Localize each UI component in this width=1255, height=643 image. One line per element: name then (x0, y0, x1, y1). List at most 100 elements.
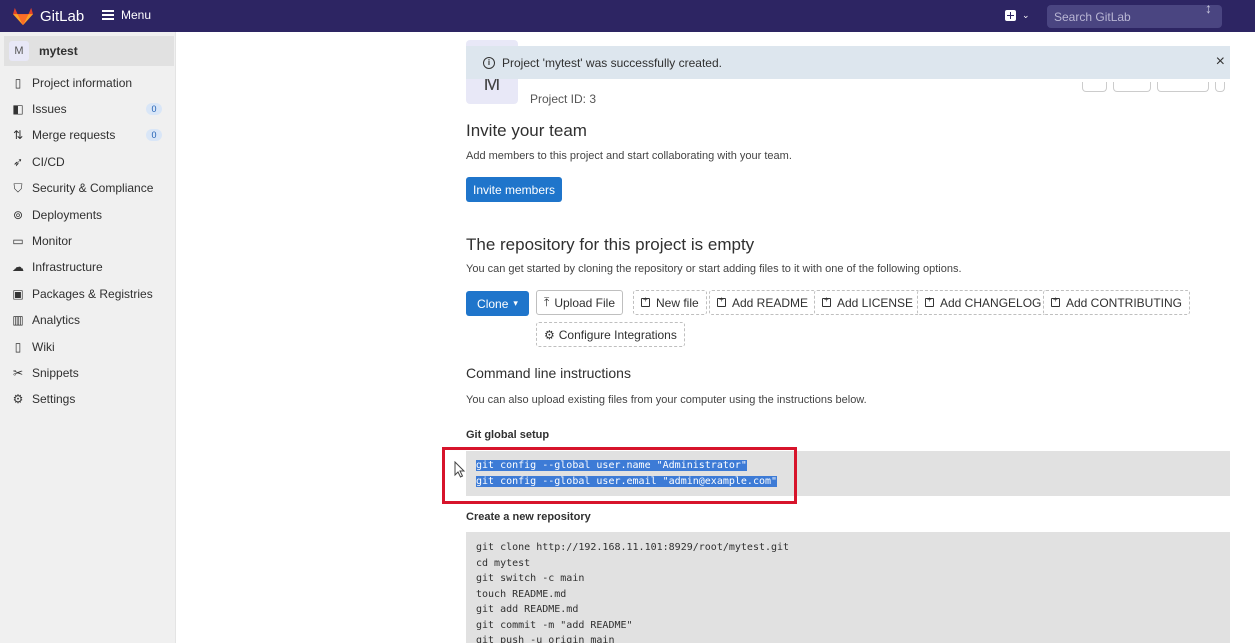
code-line: git push -u origin main (476, 635, 615, 643)
add-license-button[interactable]: Add LICENSE (814, 290, 922, 315)
sidebar-item-label: Analytics (32, 313, 81, 327)
flash-message: Project 'mytest' was successfully create… (502, 55, 722, 70)
gear-icon: ⚙ (12, 392, 24, 406)
merge-request-icon: ⇅ (12, 128, 24, 142)
count-badge: 0 (146, 103, 162, 115)
sort-icon: ↕ (1205, 0, 1212, 16)
sidebar-item-packages[interactable]: ▣ Packages & Registries (0, 281, 176, 307)
plus-square-icon (717, 295, 726, 307)
top-navbar: GitLab Menu ⌄ Search GitLab ↕ (0, 0, 1255, 32)
sidebar-item-label: Settings (32, 392, 76, 406)
configure-integrations-button[interactable]: ⚙ Configure Integrations (536, 322, 685, 347)
mouse-cursor-icon (454, 461, 466, 478)
flash-notice: i Project 'mytest' was successfully crea… (466, 46, 1230, 79)
sidebar-item-label: Merge requests (32, 128, 116, 142)
plus-square-icon (1005, 10, 1016, 21)
new-file-button[interactable]: New file (633, 290, 707, 315)
clone-button[interactable]: Clone ▾ (466, 291, 529, 316)
gitlab-logo[interactable]: GitLab (12, 6, 84, 26)
upload-file-button[interactable]: ⤒ Upload File (536, 290, 624, 315)
add-changelog-button[interactable]: Add CHANGELOG (917, 290, 1050, 315)
invite-members-button[interactable]: Invite members (466, 177, 562, 202)
add-readme-button[interactable]: Add README (709, 290, 817, 315)
sidebar-item-merge-requests[interactable]: ⇅ Merge requests 0 (0, 122, 176, 148)
sidebar-item-label: Monitor (32, 234, 73, 248)
code-line: git switch -c main (476, 573, 585, 584)
monitor-icon: ▭ (12, 234, 24, 248)
sidebar-item-project-information[interactable]: ▯ Project information (0, 70, 176, 96)
sidebar-item-monitor[interactable]: ▭ Monitor (0, 228, 176, 254)
code-line: cd mytest (476, 557, 531, 569)
sidebar-item-ci-cd[interactable]: ➶ CI/CD (0, 149, 176, 175)
plus-square-icon (925, 295, 934, 307)
menu-label: Menu (121, 8, 152, 22)
menu-button[interactable]: Menu (102, 8, 151, 22)
search-input[interactable]: Search GitLab (1047, 5, 1222, 28)
sidebar-item-label: Issues (32, 102, 67, 116)
sidebar-item-security[interactable]: ⛉ Security & Compliance (0, 175, 176, 201)
sidebar-project-header[interactable]: M mytest (4, 36, 174, 66)
sidebar-item-label: Infrastructure (32, 260, 103, 274)
cli-title: Command line instructions (466, 365, 631, 381)
configure-integrations-label: Configure Integrations (558, 327, 677, 342)
package-icon: ▣ (12, 287, 24, 301)
chevron-down-icon: ▾ (513, 298, 518, 308)
sidebar-item-settings[interactable]: ⚙ Settings (0, 386, 176, 412)
issues-icon: ◧ (12, 102, 24, 116)
sidebar-item-issues[interactable]: ◧ Issues 0 (0, 96, 176, 122)
create-repo-code[interactable]: git clone http://192.168.11.101:8929/roo… (466, 532, 1230, 643)
cloud-icon: ☁ (12, 260, 24, 274)
plus-square-icon (822, 295, 831, 307)
project-info-icon: ▯ (14, 76, 22, 90)
sidebar-item-label: Snippets (32, 366, 79, 380)
create-new-button[interactable]: ⌄ (1005, 10, 1030, 21)
hamburger-icon (102, 10, 114, 20)
sidebar-item-infrastructure[interactable]: ☁ Infrastructure (0, 254, 176, 280)
info-icon: i (483, 56, 495, 69)
code-line: touch README.md (476, 588, 567, 600)
add-contributing-label: Add CONTRIBUTING (1066, 295, 1183, 310)
upload-file-label: Upload File (554, 295, 616, 310)
sidebar-item-wiki[interactable]: ▯ Wiki (0, 334, 176, 360)
sidebar-project-name: mytest (39, 44, 78, 58)
project-action-buttons[interactable] (1082, 82, 1225, 92)
clone-label: Clone (477, 296, 509, 311)
chart-icon: ▥ (12, 313, 24, 327)
app-name: GitLab (40, 7, 85, 25)
sidebar-item-label: Packages & Registries (32, 287, 153, 301)
sidebar-item-label: Project information (32, 76, 133, 90)
add-contributing-button[interactable]: Add CONTRIBUTING (1043, 290, 1191, 315)
invite-title: Invite your team (466, 121, 587, 140)
main-content: M Project ID: 3 i Project 'mytest' was s… (176, 32, 1255, 643)
gear-icon: ⚙ (544, 327, 555, 342)
close-icon[interactable]: × (1216, 53, 1225, 71)
chevron-down-icon: ⌄ (1022, 10, 1030, 20)
git-global-setup-title: Git global setup (466, 429, 550, 441)
count-badge: 0 (146, 129, 162, 141)
upload-icon: ⤒ (544, 295, 550, 309)
code-line: git commit -m "add README" (476, 619, 633, 631)
deployments-icon: ⊚ (12, 208, 24, 222)
sidebar-item-snippets[interactable]: ✂ Snippets (0, 360, 176, 386)
project-avatar: M (9, 41, 29, 61)
shield-icon: ⛉ (13, 180, 23, 195)
sidebar-item-deployments[interactable]: ⊚ Deployments (0, 202, 176, 228)
empty-repo-subtitle: You can get started by cloning the repos… (466, 263, 962, 275)
add-license-label: Add LICENSE (837, 295, 914, 310)
add-readme-label: Add README (732, 295, 809, 310)
book-icon: ▯ (14, 340, 22, 354)
project-sidebar: M mytest ▯ Project information ◧ Issues … (0, 32, 176, 643)
sidebar-item-label: Security & Compliance (32, 181, 154, 195)
highlight-box (442, 447, 797, 504)
project-id: Project ID: 3 (530, 92, 597, 106)
new-file-label: New file (656, 295, 699, 310)
plus-square-icon (1051, 295, 1060, 307)
plus-square-icon (641, 295, 650, 307)
cli-subtitle: You can also upload existing files from … (466, 394, 867, 406)
sidebar-item-label: CI/CD (32, 155, 65, 169)
sidebar-item-label: Wiki (32, 340, 55, 354)
empty-repo-title: The repository for this project is empty (466, 235, 755, 254)
sidebar-item-analytics[interactable]: ▥ Analytics (0, 307, 176, 333)
create-repo-title: Create a new repository (466, 511, 591, 523)
add-changelog-label: Add CHANGELOG (940, 295, 1042, 310)
